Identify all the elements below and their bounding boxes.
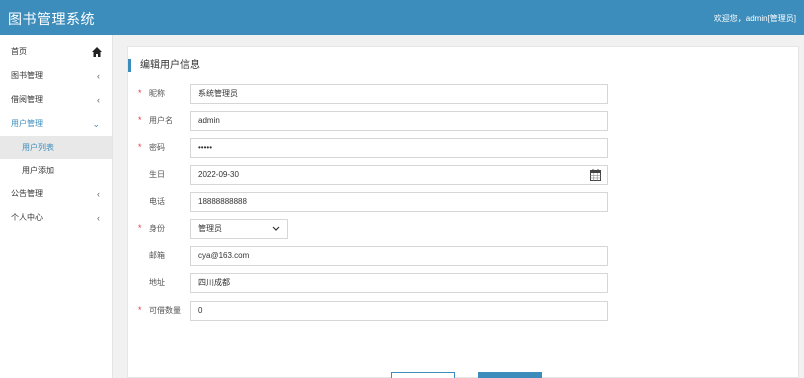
home-icon	[92, 47, 102, 57]
form-row-password: * 密码 •••••	[128, 138, 800, 158]
required-mark: *	[138, 88, 142, 98]
sidebar-item-label: 用户管理	[11, 119, 43, 128]
sidebar: 首页 图书管理 ‹ 借阅管理 ‹ 用户管理 ⌄ 用户列表 用户添加 公告管理 ‹…	[0, 35, 113, 378]
sidebar-item-label: 首页	[11, 47, 27, 56]
sidebar-item-profile[interactable]: 个人中心 ‹	[0, 206, 112, 230]
chevron-down-icon	[272, 226, 280, 231]
sidebar-subitem-user-add[interactable]: 用户添加	[0, 159, 112, 182]
sidebar-subitem-user-list[interactable]: 用户列表	[0, 136, 112, 159]
form-row-address: 地址 四川成都	[128, 273, 800, 293]
sidebar-item-label: 公告管理	[11, 189, 43, 198]
welcome-text: 欢迎您，admin[管理员]	[713, 14, 796, 23]
phone-input[interactable]: 18888888888	[190, 192, 608, 212]
sidebar-item-label: 图书管理	[11, 71, 43, 80]
form-row-birthday: 生日 2022-09-30	[128, 165, 800, 185]
save-button[interactable]: 保存	[478, 372, 542, 378]
password-input[interactable]: •••••	[190, 138, 608, 158]
form-row-borrow-count: * 可借数量 0	[128, 301, 800, 321]
birthday-input[interactable]: 2022-09-30	[190, 165, 608, 185]
role-label: 身份	[149, 224, 165, 233]
birthday-value: 2022-09-30	[198, 170, 239, 179]
borrow-count-input[interactable]: 0	[190, 301, 608, 321]
required-mark: *	[138, 115, 142, 125]
sidebar-item-home[interactable]: 首页	[0, 40, 112, 64]
borrow-count-label: 可借数量	[149, 306, 181, 315]
chevron-left-icon: ‹	[97, 71, 100, 81]
form-row-nickname: * 昵称 系统管理员	[128, 84, 800, 104]
phone-label: 电话	[149, 197, 165, 206]
required-mark: *	[138, 223, 142, 233]
nickname-label: 昵称	[149, 89, 165, 98]
panel-title: 编辑用户信息	[128, 59, 200, 72]
chevron-left-icon: ‹	[97, 189, 100, 199]
address-input[interactable]: 四川成都	[190, 273, 608, 293]
back-button[interactable]: 返回	[391, 372, 455, 378]
calendar-icon[interactable]	[590, 169, 601, 181]
password-label: 密码	[149, 143, 165, 152]
chevron-left-icon: ‹	[97, 213, 100, 223]
sidebar-item-books[interactable]: 图书管理 ‹	[0, 64, 112, 88]
chevron-down-icon: ⌄	[92, 119, 100, 129]
email-label: 邮箱	[149, 251, 165, 260]
sidebar-item-label: 个人中心	[11, 213, 43, 222]
sidebar-item-borrow[interactable]: 借阅管理 ‹	[0, 88, 112, 112]
username-input[interactable]: admin	[190, 111, 608, 131]
form-row-username: * 用户名 admin	[128, 111, 800, 131]
role-value: 管理员	[198, 224, 222, 233]
edit-user-panel: 编辑用户信息 * 昵称 系统管理员 * 用户名 admin * 密码 •••••…	[127, 46, 799, 378]
required-mark: *	[138, 305, 142, 315]
top-header: 图书管理系统 欢迎您，admin[管理员]	[0, 0, 804, 35]
sidebar-item-notices[interactable]: 公告管理 ‹	[0, 182, 112, 206]
app-title: 图书管理系统	[8, 11, 95, 27]
sidebar-item-users[interactable]: 用户管理 ⌄	[0, 112, 112, 136]
username-label: 用户名	[149, 116, 173, 125]
sidebar-item-label: 借阅管理	[11, 95, 43, 104]
chevron-left-icon: ‹	[97, 95, 100, 105]
required-mark: *	[138, 142, 142, 152]
email-input[interactable]: cya@163.com	[190, 246, 608, 266]
form-row-role: * 身份 管理员	[128, 219, 800, 239]
form-row-email: 邮箱 cya@163.com	[128, 246, 800, 266]
role-select[interactable]: 管理员	[190, 219, 288, 239]
nickname-input[interactable]: 系统管理员	[190, 84, 608, 104]
form-row-phone: 电话 18888888888	[128, 192, 800, 212]
address-label: 地址	[149, 278, 165, 287]
birthday-label: 生日	[149, 170, 165, 179]
main-content: 编辑用户信息 * 昵称 系统管理员 * 用户名 admin * 密码 •••••…	[113, 35, 804, 378]
